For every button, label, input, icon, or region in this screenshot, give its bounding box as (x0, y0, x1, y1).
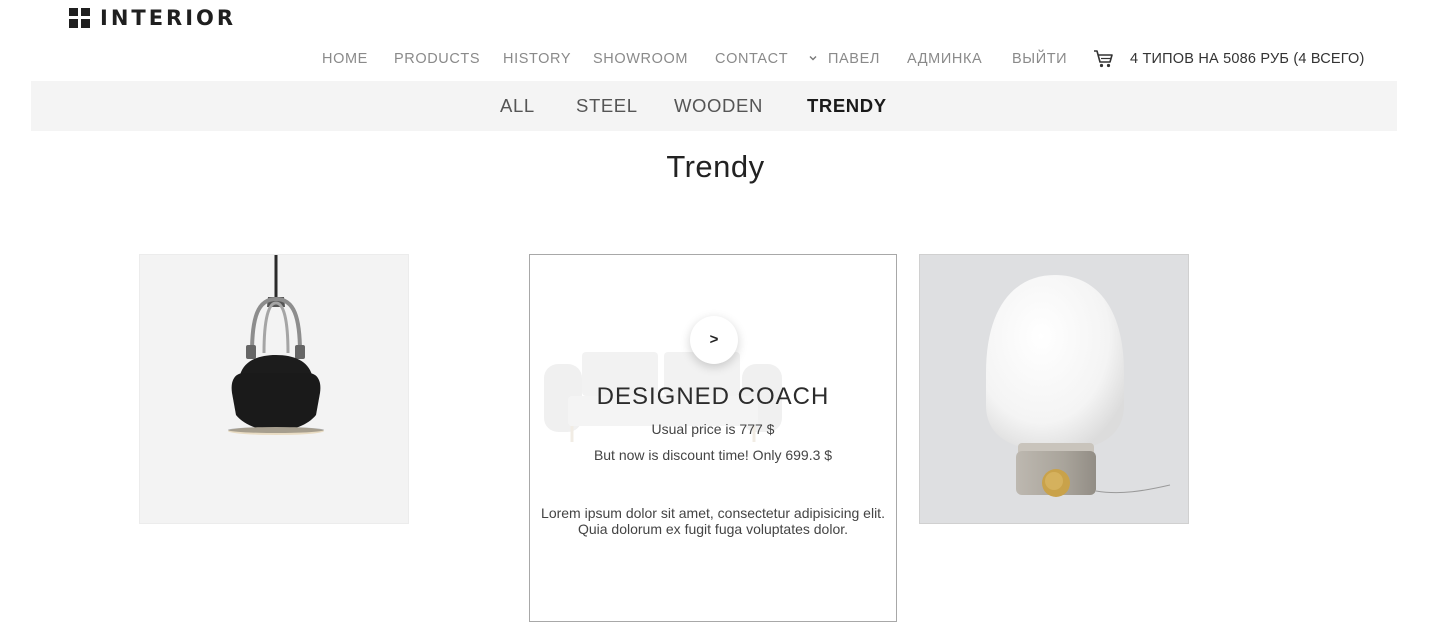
nav-home[interactable]: HOME (322, 49, 368, 69)
category-steel[interactable]: STEEL (576, 94, 638, 118)
page-title: Trendy (666, 149, 765, 184)
chevron-down-icon[interactable] (807, 52, 819, 64)
pendant-lamp-image (228, 255, 324, 435)
product-description: Lorem ipsum dolor sit amet, consectetur … (541, 505, 885, 537)
brand-logo[interactable]: INTERIOR (69, 6, 237, 30)
category-trendy[interactable]: TRENDY (807, 94, 887, 118)
category-filter-bar: ALL STEEL WOODEN TRENDY (31, 81, 1397, 131)
next-slide-button[interactable]: > (690, 316, 738, 364)
nav-history[interactable]: HISTORY (503, 49, 571, 69)
product-card-table-lamp[interactable] (919, 254, 1189, 524)
nav-contact[interactable]: CONTACT (715, 49, 788, 69)
product-title: DESIGNED COACH (596, 383, 830, 410)
category-all[interactable]: ALL (500, 94, 535, 118)
nav-showroom[interactable]: SHOWROOM (593, 49, 688, 69)
grid-logo-icon (69, 8, 91, 28)
product-card-pendant-lamp[interactable] (139, 254, 409, 524)
table-lamp-image (986, 275, 1171, 497)
nav-products[interactable]: PRODUCTS (394, 49, 480, 69)
nav-user-menu[interactable]: ПАВЕЛ (828, 49, 880, 69)
cart-summary-link[interactable]: 4 ТИПОВ НА 5086 РУБ (4 ВСЕГО) (1130, 49, 1365, 69)
product-usual-price: Usual price is 777 $ (651, 421, 775, 437)
cart-icon[interactable] (1093, 49, 1115, 69)
product-discount-price: But now is discount time! Only 699.3 $ (593, 447, 833, 463)
brand-name: INTERIOR (100, 6, 237, 30)
nav-logout[interactable]: ВЫЙТИ (1012, 49, 1067, 69)
nav-admin[interactable]: АДМИНКА (907, 49, 982, 69)
category-wooden[interactable]: WOODEN (674, 94, 763, 118)
product-card-designed-coach[interactable]: > DESIGNED COACH Usual price is 777 $ Bu… (529, 254, 897, 622)
